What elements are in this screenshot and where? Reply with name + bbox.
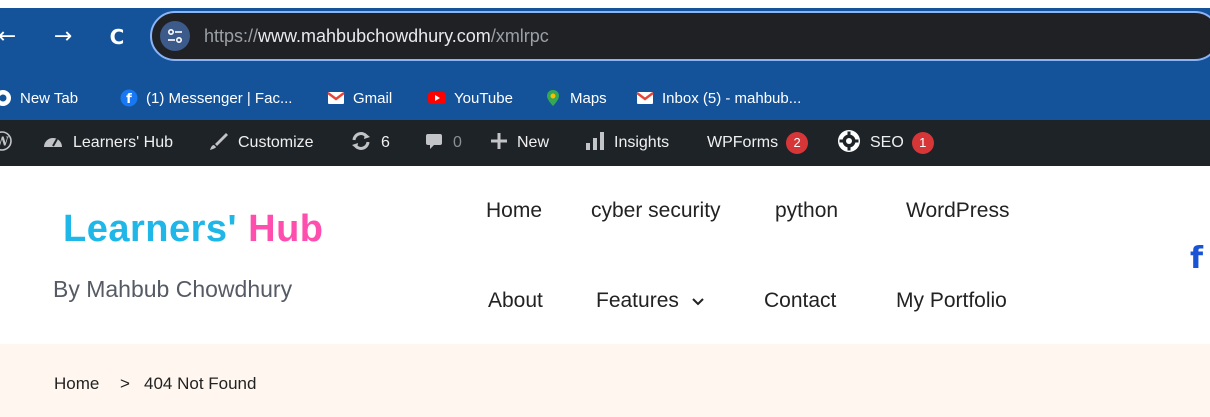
youtube-icon: [428, 89, 446, 107]
maps-pin-icon: [544, 89, 562, 107]
url-text[interactable]: https://www.mahbubchowdhury.com/xmlrpc: [204, 26, 549, 47]
menu-item-about[interactable]: About: [488, 289, 543, 313]
wp-admin-bar: W Learners' Hub Customize 6 0 New Insigh…: [0, 120, 1210, 166]
site-logo[interactable]: Learners' Hub: [63, 208, 324, 251]
paintbrush-icon: [209, 131, 229, 156]
gmail-icon: [327, 89, 345, 107]
dashboard-icon: [42, 131, 64, 156]
bookmark-messenger[interactable]: f (1) Messenger | Fac...: [120, 87, 292, 109]
facebook-icon: f: [120, 89, 138, 107]
updates-icon: [350, 131, 372, 156]
url-host: www.mahbubchowdhury.com: [258, 26, 491, 46]
customize-label: Customize: [238, 134, 314, 151]
bookmark-maps[interactable]: Maps: [544, 87, 607, 109]
seo-gear-icon: [837, 129, 861, 158]
updates-count: 6: [381, 134, 390, 151]
site-header: Learners' Hub By Mahbub Chowdhury Home c…: [0, 166, 1210, 344]
breadcrumb-current: 404 Not Found: [144, 374, 257, 393]
back-arrow-icon: ←: [0, 24, 17, 49]
bookmark-label: New Tab: [20, 89, 79, 107]
address-bar[interactable]: https://www.mahbubchowdhury.com/xmlrpc: [150, 11, 1210, 61]
menu-item-contact[interactable]: Contact: [764, 289, 836, 313]
back-button[interactable]: ←: [0, 24, 20, 50]
admin-insights[interactable]: Insights: [585, 131, 669, 155]
plus-icon: [490, 132, 508, 155]
bookmark-inbox[interactable]: Inbox (5) - mahbub...: [636, 87, 801, 109]
insights-label: Insights: [614, 134, 670, 151]
facebook-social-icon[interactable]: f: [1190, 241, 1203, 276]
admin-seo[interactable]: SEO 1: [837, 129, 934, 158]
tune-icon: [167, 28, 183, 44]
bookmark-label: (1) Messenger | Fac...: [146, 89, 293, 107]
breadcrumb-separator-icon: >: [120, 374, 130, 393]
forward-arrow-icon: →: [53, 24, 73, 49]
seo-label: SEO: [870, 134, 904, 151]
features-label: Features: [596, 289, 679, 312]
logo-text-hub: Hub: [248, 208, 324, 250]
breadcrumb-home-link[interactable]: Home: [54, 374, 99, 394]
comments-count: 0: [453, 134, 462, 151]
chrome-icon: [0, 89, 12, 107]
svg-text:f: f: [126, 92, 132, 107]
url-path: /xmlrpc: [490, 26, 549, 46]
menu-item-features[interactable]: Features: [596, 289, 705, 313]
bookmark-label: YouTube: [454, 89, 513, 107]
bookmark-youtube[interactable]: YouTube: [428, 87, 513, 109]
bookmark-label: Inbox (5) - mahbub...: [662, 89, 802, 107]
bookmark-gmail[interactable]: Gmail: [327, 87, 392, 109]
gmail-icon: [636, 89, 654, 107]
new-label: New: [517, 134, 550, 151]
admin-site-name[interactable]: Learners' Hub: [42, 131, 173, 155]
reload-button[interactable]: C: [104, 24, 130, 50]
bookmarks-bar: New Tab f (1) Messenger | Fac... Gmail Y…: [0, 75, 1210, 120]
logo-text-learners: Learners': [63, 208, 238, 250]
svg-text:W: W: [0, 134, 9, 148]
window-top-strip: [0, 0, 1210, 8]
admin-new[interactable]: New: [490, 131, 549, 155]
breadcrumb: Home > 404 Not Found: [0, 344, 1210, 417]
wordpress-icon: W: [0, 130, 12, 156]
wpforms-notification-badge: 2: [786, 132, 809, 154]
forward-button[interactable]: →: [50, 24, 76, 50]
admin-updates[interactable]: 6: [350, 131, 390, 155]
wordpress-logo-button[interactable]: W: [0, 130, 21, 156]
menu-item-cyber-security[interactable]: cyber security: [591, 199, 721, 223]
menu-item-wordpress[interactable]: WordPress: [906, 199, 1009, 223]
bookmark-label: Gmail: [353, 89, 393, 107]
bar-chart-icon: [585, 131, 605, 156]
chevron-down-icon: [692, 298, 704, 306]
menu-item-python[interactable]: python: [775, 199, 838, 223]
browser-toolbar: ← → C https://www.mahbubchowdhury.com/xm…: [0, 0, 1210, 75]
admin-site-label: Learners' Hub: [73, 134, 173, 151]
menu-item-my-portfolio[interactable]: My Portfolio: [896, 289, 1007, 313]
reload-icon: C: [109, 25, 125, 49]
menu-item-home[interactable]: Home: [486, 199, 542, 223]
admin-customize[interactable]: Customize: [209, 131, 314, 155]
url-scheme: https://: [204, 26, 259, 46]
wpforms-label: WPForms: [707, 134, 779, 151]
comment-bubble-icon: [424, 131, 444, 156]
site-tagline: By Mahbub Chowdhury: [53, 276, 293, 302]
seo-notification-badge: 1: [911, 132, 934, 154]
bookmark-label: Maps: [570, 89, 607, 107]
site-info-button[interactable]: [160, 21, 190, 51]
bookmark-new-tab[interactable]: New Tab: [0, 87, 78, 109]
admin-wpforms[interactable]: WPForms 2: [707, 131, 809, 155]
admin-comments[interactable]: 0: [424, 131, 462, 155]
